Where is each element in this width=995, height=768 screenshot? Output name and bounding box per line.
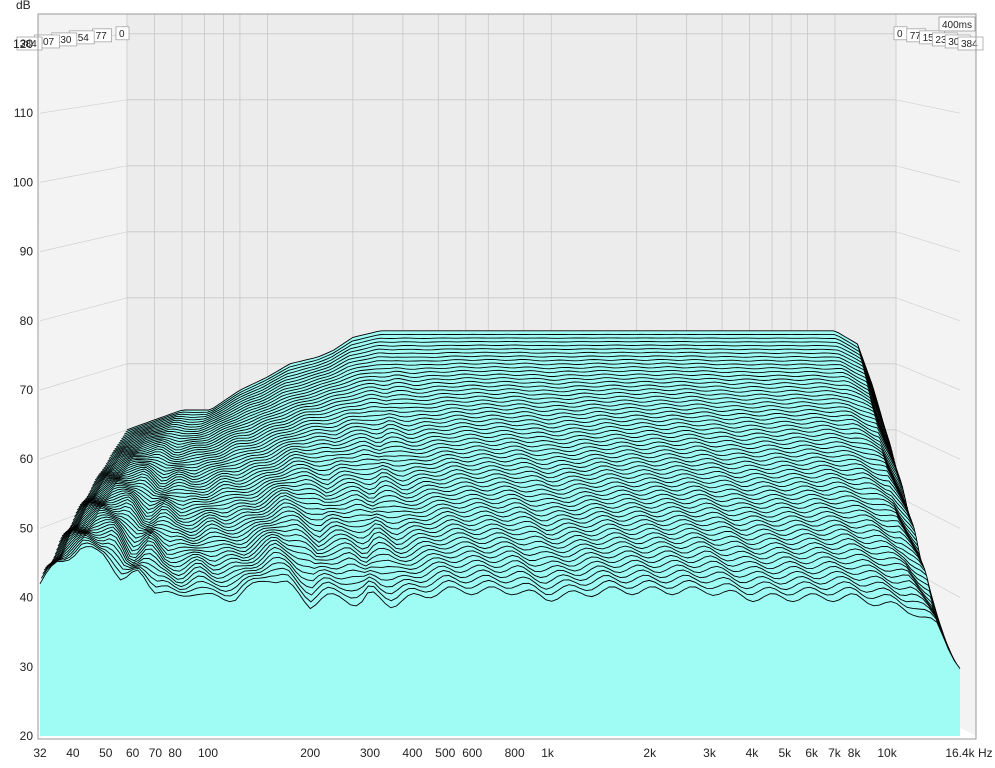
x-tick-15: 3k <box>703 746 717 760</box>
y-tick-100: 100 <box>13 175 33 189</box>
y-tick-90: 90 <box>20 245 34 259</box>
x-tick-9: 400 <box>402 746 422 760</box>
x-tick-20: 8k <box>848 746 862 760</box>
y-tick-110: 110 <box>14 106 33 120</box>
y-tick-40: 40 <box>20 591 34 605</box>
x-tick-18: 6k <box>805 746 819 760</box>
y-tick-50: 50 <box>20 521 34 535</box>
time-label-right-0: 0 <box>897 29 903 40</box>
x-tick-6: 100 <box>198 746 218 760</box>
waterfall-chart: 0 0 77 77 154 154 230 230 307 307 384 384 20 30 40 50 6… <box>0 0 995 763</box>
time-axis-title-text: 400ms <box>942 20 972 31</box>
y-tick-60: 60 <box>20 452 34 466</box>
y-tick-80: 80 <box>20 314 34 328</box>
x-tick-7: 200 <box>300 746 320 760</box>
y-tick-70: 70 <box>20 383 34 397</box>
y-tick-30: 30 <box>20 660 34 674</box>
x-tick-16: 4k <box>746 746 760 760</box>
x-tick-13: 1k <box>541 746 555 760</box>
time-label-left-1: 77 <box>96 31 108 42</box>
x-tick-21: 10k <box>877 746 897 760</box>
waterfall-svg: 0 077 77154 154230 230307 307384 384 203040506… <box>0 0 995 763</box>
y-tick-20: 20 <box>20 729 34 743</box>
x-tick-10: 500 <box>435 746 455 760</box>
x-tick-19: 7k <box>828 746 842 760</box>
y-tick-120: 120 <box>13 37 33 51</box>
x-tick-14: 2k <box>643 746 657 760</box>
x-tick-12: 800 <box>505 746 525 760</box>
x-tick-4: 70 <box>149 746 163 760</box>
x-tick-0: 32 <box>33 746 47 760</box>
x-tick-5: 80 <box>168 746 182 760</box>
x-tick-11: 600 <box>462 746 482 760</box>
x-tick-labels: 32 40 50 60 70 80 100 200 300 400 500 600 800 1k 2k 3k 4… <box>33 746 975 760</box>
y-axis-label: dB <box>16 0 31 12</box>
x-unit-label: Hz <box>978 746 993 760</box>
x-tick-2: 50 <box>99 746 113 760</box>
x-tick-17: 5k <box>779 746 793 760</box>
x-tick-3: 60 <box>126 746 140 760</box>
time-label-left-0: 0 <box>119 29 125 40</box>
x-tick-8: 300 <box>360 746 380 760</box>
x-tick-1: 40 <box>66 746 80 760</box>
time-axis-title: 400ms <box>938 16 976 32</box>
x-tick-22: 16.4k <box>945 746 975 760</box>
